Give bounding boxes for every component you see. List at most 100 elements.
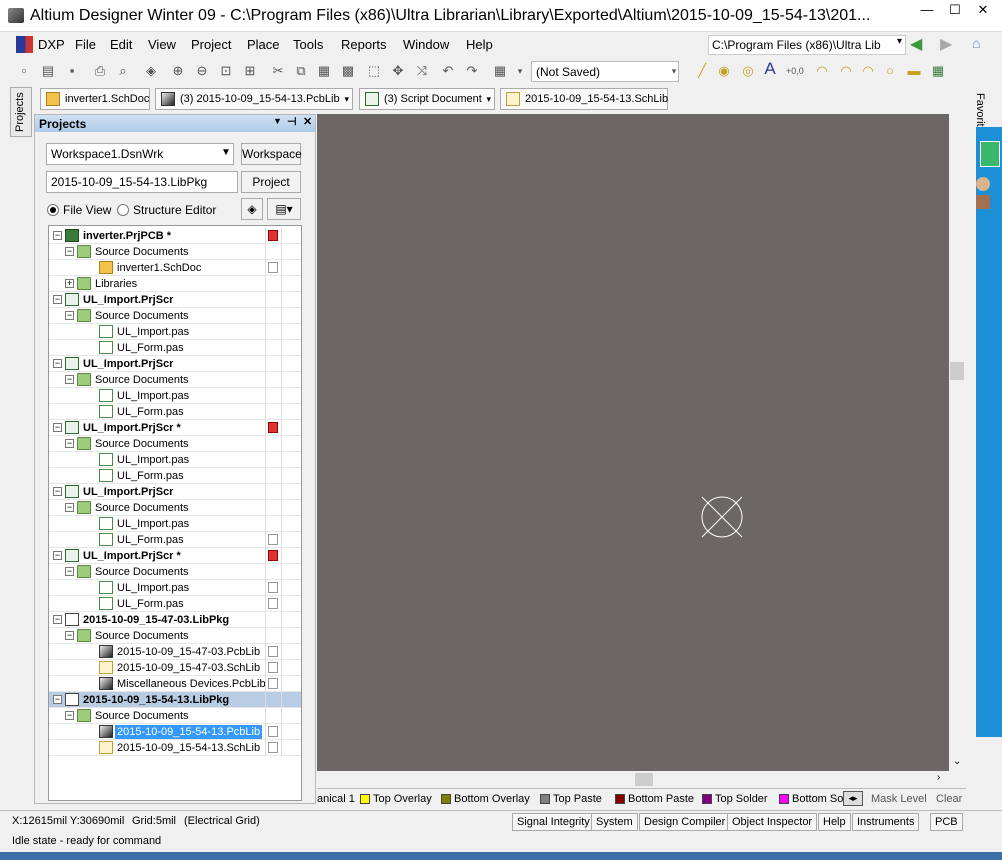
- tree-row[interactable]: + Libraries: [49, 276, 301, 292]
- layer-tab[interactable]: anical 1: [317, 791, 355, 807]
- projects-side-tab[interactable]: Projects: [10, 87, 32, 137]
- menu-dxp[interactable]: DXP: [38, 37, 65, 52]
- tree-row[interactable]: − UL_Import.PrjScr: [49, 356, 301, 372]
- workspace-combo[interactable]: Workspace1.DsnWrk: [46, 143, 234, 165]
- chevron-down-icon[interactable]: ⌄: [953, 756, 961, 767]
- menu-project[interactable]: Project: [191, 37, 231, 52]
- line-icon[interactable]: ╱: [694, 63, 710, 79]
- design-compiler-panel-button[interactable]: Design Compiler: [639, 813, 731, 831]
- home-icon[interactable]: ⌂: [972, 35, 980, 51]
- help-panel-button[interactable]: Help: [818, 813, 851, 831]
- layers-icon[interactable]: ◈: [143, 63, 159, 79]
- collapse-icon[interactable]: −: [65, 711, 74, 720]
- collapse-icon[interactable]: −: [53, 615, 62, 624]
- coordinate-icon[interactable]: +0,0: [786, 63, 804, 79]
- project-button[interactable]: Project: [241, 171, 301, 193]
- tree-row[interactable]: UL_Form.pas: [49, 340, 301, 356]
- new-icon[interactable]: ▫: [16, 63, 32, 79]
- print-preview-icon[interactable]: ⌕: [115, 63, 131, 79]
- path-combo[interactable]: C:\Program Files (x86)\Ultra Lib: [708, 35, 906, 55]
- menu-view[interactable]: View: [148, 37, 176, 52]
- tab-inverter1-schdoc[interactable]: inverter1.SchDoc: [40, 88, 150, 110]
- forward-icon[interactable]: ▶: [940, 34, 952, 54]
- tree-row[interactable]: UL_Import.pas: [49, 324, 301, 340]
- collapse-icon[interactable]: −: [53, 231, 62, 240]
- layer-scroll-icon[interactable]: ◂▸: [843, 791, 863, 806]
- tree-row[interactable]: − Source Documents: [49, 708, 301, 724]
- system-panel-button[interactable]: System: [591, 813, 638, 831]
- tree-row[interactable]: UL_Form.pas: [49, 468, 301, 484]
- layer-tab[interactable]: Bottom So: [778, 791, 843, 807]
- zoom-selected-icon[interactable]: ⊞: [242, 63, 258, 79]
- copy-icon[interactable]: ⧉: [293, 63, 309, 79]
- clear-button[interactable]: Clear: [934, 791, 962, 807]
- collapse-icon[interactable]: −: [53, 487, 62, 496]
- tree-row[interactable]: − 2015-10-09_15-47-03.LibPkg: [49, 612, 301, 628]
- menu-window[interactable]: Window: [403, 37, 449, 52]
- tree-row[interactable]: 2015-10-09_15-54-13.SchLib: [49, 740, 301, 756]
- open-icon[interactable]: ▤: [40, 63, 56, 79]
- layer-tab[interactable]: Top Paste: [539, 791, 602, 807]
- tree-row[interactable]: − Source Documents: [49, 564, 301, 580]
- collapse-icon[interactable]: −: [65, 375, 74, 384]
- avatar[interactable]: [976, 195, 990, 209]
- pad-icon[interactable]: ◉: [716, 63, 732, 79]
- array-paste-icon[interactable]: ▦: [930, 63, 946, 79]
- layer-tab[interactable]: Bottom Overlay: [440, 791, 530, 807]
- redo-icon[interactable]: ↷: [464, 63, 480, 79]
- expand-icon[interactable]: +: [65, 279, 74, 288]
- arc-center-icon[interactable]: ◠: [814, 63, 830, 79]
- layer-tab[interactable]: Top Solder: [701, 791, 768, 807]
- vertical-scroll-thumb[interactable]: [950, 362, 964, 380]
- tree-row[interactable]: UL_Form.pas: [49, 404, 301, 420]
- workspace-button[interactable]: Workspace: [241, 143, 302, 165]
- close-icon[interactable]: ✕: [303, 115, 312, 128]
- tab-schlib[interactable]: 2015-10-09_15-54-13.SchLib: [500, 88, 668, 110]
- chevron-down-icon[interactable]: ▾: [512, 63, 528, 79]
- zoom-out-icon[interactable]: ⊖: [194, 63, 210, 79]
- menu-file[interactable]: File: [75, 37, 96, 52]
- tree-row[interactable]: − UL_Import.PrjScr: [49, 292, 301, 308]
- text-icon[interactable]: A: [762, 60, 778, 77]
- menu-edit[interactable]: Edit: [110, 37, 132, 52]
- tree-row[interactable]: − Source Documents: [49, 436, 301, 452]
- chevron-down-icon[interactable]: ▾: [897, 36, 902, 47]
- object-inspector-panel-button[interactable]: Object Inspector: [727, 813, 818, 831]
- menu-help[interactable]: Help: [466, 37, 493, 52]
- layer-tab[interactable]: Top Overlay: [359, 791, 432, 807]
- maximize-button[interactable]: ☐: [940, 0, 970, 20]
- arc-edge-icon[interactable]: ◠: [838, 63, 854, 79]
- collapse-icon[interactable]: −: [65, 247, 74, 256]
- tree-row[interactable]: Miscellaneous Devices.PcbLib: [49, 676, 301, 692]
- collapse-icon[interactable]: −: [65, 311, 74, 320]
- horizontal-scrollbar[interactable]: ›: [317, 771, 949, 788]
- close-button[interactable]: ✕: [968, 0, 998, 20]
- collapse-icon[interactable]: −: [65, 631, 74, 640]
- tab-script-document[interactable]: (3) Script Document ▾: [359, 88, 495, 110]
- minimize-button[interactable]: —: [912, 0, 942, 20]
- collapse-icon[interactable]: −: [65, 567, 74, 576]
- paste-icon[interactable]: ▦: [316, 63, 332, 79]
- fill-icon[interactable]: ▬: [906, 63, 922, 79]
- chevron-right-icon[interactable]: ›: [937, 772, 940, 783]
- signal-integrity-panel-button[interactable]: Signal Integrity: [512, 813, 595, 831]
- collapse-icon[interactable]: −: [53, 423, 62, 432]
- tree-row[interactable]: − Source Documents: [49, 244, 301, 260]
- project-field[interactable]: 2015-10-09_15-54-13.LibPkg: [46, 171, 238, 193]
- file-view-radio[interactable]: File View: [47, 203, 111, 217]
- back-icon[interactable]: ◀: [910, 34, 922, 54]
- tree-row[interactable]: inverter1.SchDoc: [49, 260, 301, 276]
- chevron-down-icon[interactable]: ▾: [666, 63, 682, 79]
- menu-reports[interactable]: Reports: [341, 37, 387, 52]
- zoom-fit-icon[interactable]: ⊕: [170, 63, 186, 79]
- collapse-icon[interactable]: −: [53, 551, 62, 560]
- tree-row[interactable]: 2015-10-09_15-54-13.PcbLib: [49, 724, 301, 740]
- structure-editor-radio[interactable]: Structure Editor: [117, 203, 216, 217]
- chevron-down-icon[interactable]: ▾: [486, 89, 491, 109]
- tree-row[interactable]: UL_Form.pas: [49, 532, 301, 548]
- menu-tools[interactable]: Tools: [293, 37, 323, 52]
- print-icon[interactable]: ⎙: [92, 63, 108, 79]
- tree-row[interactable]: 2015-10-09_15-47-03.SchLib: [49, 660, 301, 676]
- collapse-icon[interactable]: −: [53, 695, 62, 704]
- tree-row[interactable]: UL_Import.pas: [49, 580, 301, 596]
